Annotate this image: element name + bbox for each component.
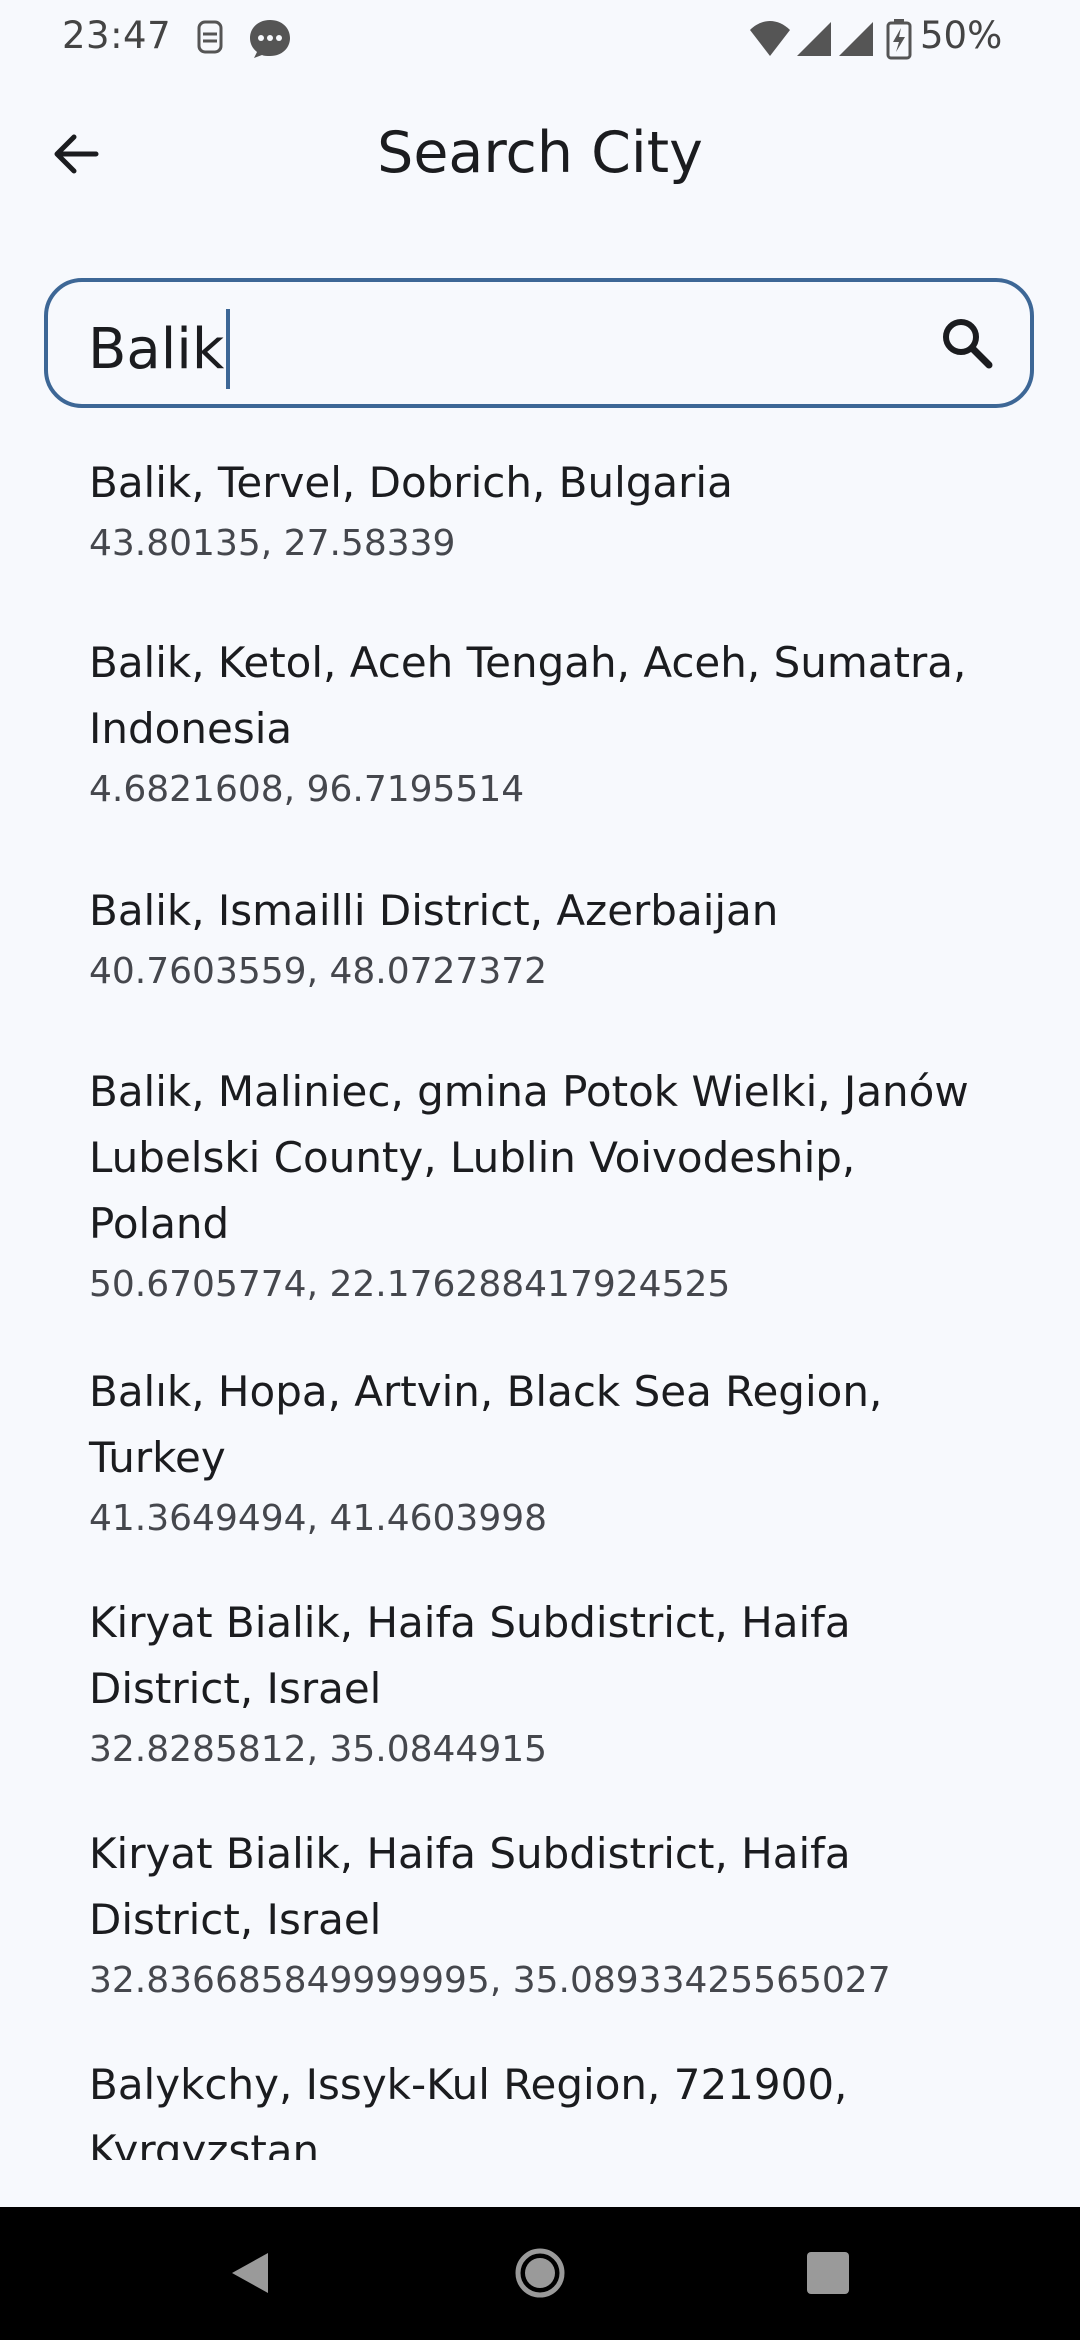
app-bar: Search City: [0, 100, 1080, 212]
nav-home-button[interactable]: [512, 2247, 568, 2303]
search-icon: [939, 315, 995, 375]
nav-recents-icon: [805, 2250, 851, 2300]
search-input-wrap[interactable]: Balik: [88, 309, 231, 389]
result-coords: 43.80135, 27.58339: [89, 523, 456, 564]
nav-home-icon: [513, 2246, 567, 2304]
signal-icon: [837, 18, 875, 62]
result-name: Balik, Ismailli District, Azerbaijan: [89, 886, 779, 935]
list-item[interactable]: Balik, Ismailli District, Azerbaijan 40.…: [89, 878, 989, 998]
page-title: Search City: [377, 120, 703, 186]
status-time: 23:47: [62, 14, 172, 57]
result-coords: 40.7603559, 48.0727372: [89, 951, 548, 992]
chat-bubble-icon: [248, 18, 292, 64]
battery-charging-icon: [885, 18, 913, 64]
nav-recents-button[interactable]: [800, 2247, 856, 2303]
result-coords: 32.836685849999995, 35.08933425565027: [89, 1960, 891, 2001]
results-list[interactable]: Balik, Tervel, Dobrich, Bulgaria 43.8013…: [0, 430, 1080, 2160]
result-coords: 32.8285812, 35.0844915: [89, 1729, 548, 1770]
status-bar: 23:47 50%: [0, 0, 1080, 78]
wifi-icon: [748, 18, 792, 62]
result-name: Kiryat Bialik, Haifa Subdistrict, Haifa …: [89, 1829, 851, 1944]
battery-percent: 50%: [920, 14, 1003, 57]
system-nav-bar: [0, 2207, 1080, 2340]
list-item[interactable]: Balik, Maliniec, gmina Potok Wielki, Jan…: [89, 1059, 989, 1311]
sim-icon: [195, 18, 225, 62]
result-name: Balık, Hopa, Artvin, Black Sea Region, T…: [89, 1367, 883, 1482]
nav-back-icon: [228, 2249, 272, 2301]
result-name: Balykchy, Issyk-Kul Region, 721900, Kyrg…: [89, 2060, 848, 2160]
result-coords: 41.3649494, 41.4603998: [89, 1498, 548, 1539]
search-input[interactable]: Balik: [88, 317, 224, 382]
result-name: Balik, Ketol, Aceh Tengah, Aceh, Sumatra…: [89, 638, 967, 753]
signal-icon: [795, 18, 833, 62]
result-coords: 50.6705774, 22.176288417924525: [89, 1264, 731, 1305]
result-coords: 4.6821608, 96.7195514: [89, 769, 525, 810]
nav-back-button[interactable]: [222, 2247, 278, 2303]
list-item[interactable]: Kiryat Bialik, Haifa Subdistrict, Haifa …: [89, 1590, 989, 1776]
list-item[interactable]: Balykchy, Issyk-Kul Region, 721900, Kyrg…: [89, 2052, 989, 2160]
list-item[interactable]: Balık, Hopa, Artvin, Black Sea Region, T…: [89, 1359, 989, 1545]
list-item[interactable]: Balik, Tervel, Dobrich, Bulgaria 43.8013…: [89, 450, 989, 570]
list-item[interactable]: Kiryat Bialik, Haifa Subdistrict, Haifa …: [89, 1821, 989, 2007]
text-caret: [226, 309, 231, 389]
result-name: Kiryat Bialik, Haifa Subdistrict, Haifa …: [89, 1598, 851, 1713]
result-name: Balik, Maliniec, gmina Potok Wielki, Jan…: [89, 1067, 969, 1248]
search-field[interactable]: Balik: [44, 278, 1034, 408]
list-item[interactable]: Balik, Ketol, Aceh Tengah, Aceh, Sumatra…: [89, 630, 989, 816]
search-button[interactable]: [934, 312, 1000, 378]
result-name: Balik, Tervel, Dobrich, Bulgaria: [89, 458, 733, 507]
